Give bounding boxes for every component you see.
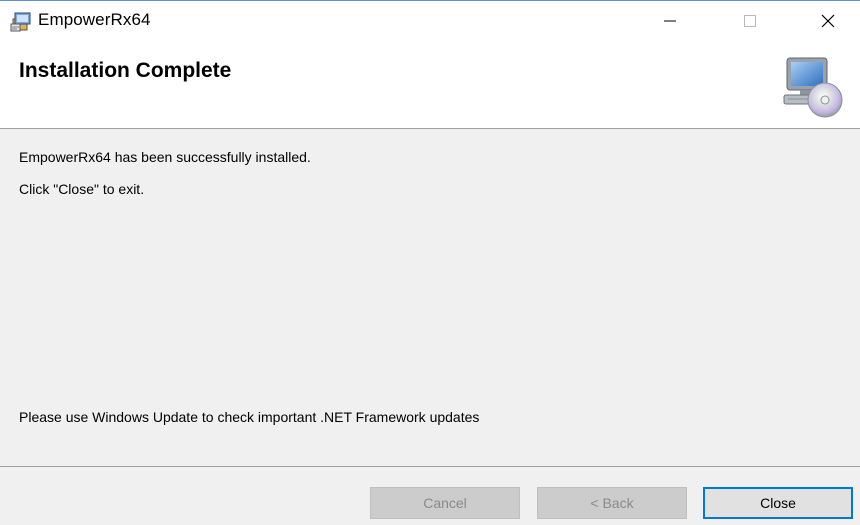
back-button[interactable]: < Back (537, 487, 687, 519)
minimize-button[interactable] (640, 1, 700, 41)
window-title: EmpowerRx64 (38, 10, 151, 29)
installer-window: EmpowerRx64 Installation Complete Empowe… (0, 0, 860, 525)
close-icon (821, 14, 835, 28)
cancel-button[interactable]: Cancel (370, 487, 520, 519)
page-title: Installation Complete (19, 59, 232, 82)
close-window-button[interactable] (798, 1, 858, 41)
content-area: EmpowerRx64 has been successfully instal… (0, 130, 860, 466)
installer-package-icon (10, 9, 34, 33)
maximize-button[interactable] (720, 1, 780, 41)
windows-update-message: Please use Windows Update to check impor… (19, 409, 480, 425)
footer-divider (0, 466, 860, 467)
header-banner: Installation Complete (0, 41, 860, 129)
maximize-icon (744, 15, 756, 27)
close-button[interactable]: Close (703, 487, 853, 519)
close-instruction-message: Click "Close" to exit. (19, 181, 145, 197)
title-bar[interactable]: EmpowerRx64 (0, 1, 860, 41)
install-success-message: EmpowerRx64 has been successfully instal… (19, 149, 311, 165)
minimize-icon (664, 20, 676, 22)
computer-cd-icon (778, 55, 844, 119)
